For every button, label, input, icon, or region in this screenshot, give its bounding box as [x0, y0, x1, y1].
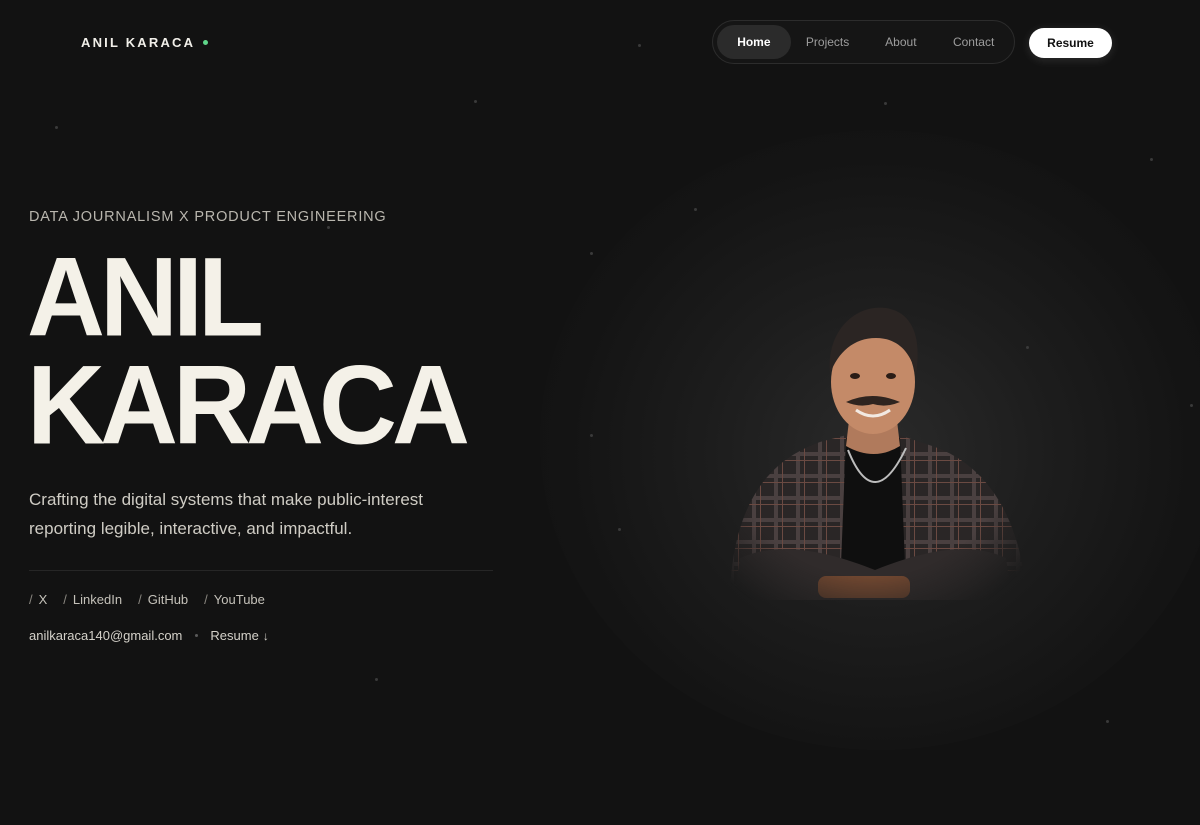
social-link-youtube[interactable]: / YouTube — [204, 592, 265, 607]
contact-row: anilkaraca140@gmail.com Resume ↓ — [29, 628, 269, 643]
background-star — [375, 678, 378, 681]
social-label: X — [38, 592, 48, 607]
social-label: GitHub — [147, 592, 189, 607]
background-star — [638, 44, 641, 47]
hero-tagline: Crafting the digital systems that make p… — [29, 490, 424, 538]
hero-title-line2: KARACA — [27, 341, 470, 468]
nav-projects[interactable]: Projects — [791, 25, 865, 59]
main-nav: Home Projects About Contact — [712, 20, 1015, 64]
brand-name: ANIL KARACA — [81, 35, 196, 50]
background-star — [55, 126, 58, 129]
nav-home[interactable]: Home — [717, 25, 791, 59]
social-links: / X / LinkedIn / GitHub / YouTube — [29, 592, 265, 607]
separator-dot — [195, 634, 199, 637]
profile-photo — [730, 307, 1026, 600]
nav-about[interactable]: About — [864, 25, 937, 59]
resume-link-label: Resume — [210, 628, 259, 643]
background-star — [474, 100, 477, 103]
background-star — [618, 528, 621, 531]
background-star — [590, 252, 593, 255]
background-star — [884, 102, 887, 105]
nav-contact[interactable]: Contact — [937, 25, 1010, 59]
social-link-linkedin[interactable]: / LinkedIn — [63, 592, 122, 607]
background-star — [694, 208, 697, 211]
divider — [29, 570, 493, 571]
email-link[interactable]: anilkaraca140@gmail.com — [29, 628, 182, 643]
resume-link[interactable]: Resume ↓ — [210, 628, 268, 643]
social-label: YouTube — [213, 592, 265, 607]
background-star — [327, 226, 330, 229]
background-star — [1106, 720, 1109, 723]
resume-button[interactable]: Resume — [1029, 28, 1112, 58]
background-star — [1150, 158, 1153, 161]
arrow-down-icon: ↓ — [262, 629, 269, 643]
hero-title-line1: ANIL — [27, 233, 264, 360]
status-dot-icon — [203, 40, 209, 45]
brand-logo[interactable]: ANIL KARACA — [81, 35, 209, 50]
hero-title: ANIL KARACA — [27, 233, 547, 468]
social-label: LinkedIn — [72, 592, 123, 607]
background-star — [590, 434, 593, 437]
hero-eyebrow: DATA JOURNALISM X PRODUCT ENGINEERING — [29, 209, 387, 225]
social-link-x[interactable]: / X — [29, 592, 47, 607]
social-link-github[interactable]: / GitHub — [138, 592, 188, 607]
background-star — [1190, 404, 1193, 407]
